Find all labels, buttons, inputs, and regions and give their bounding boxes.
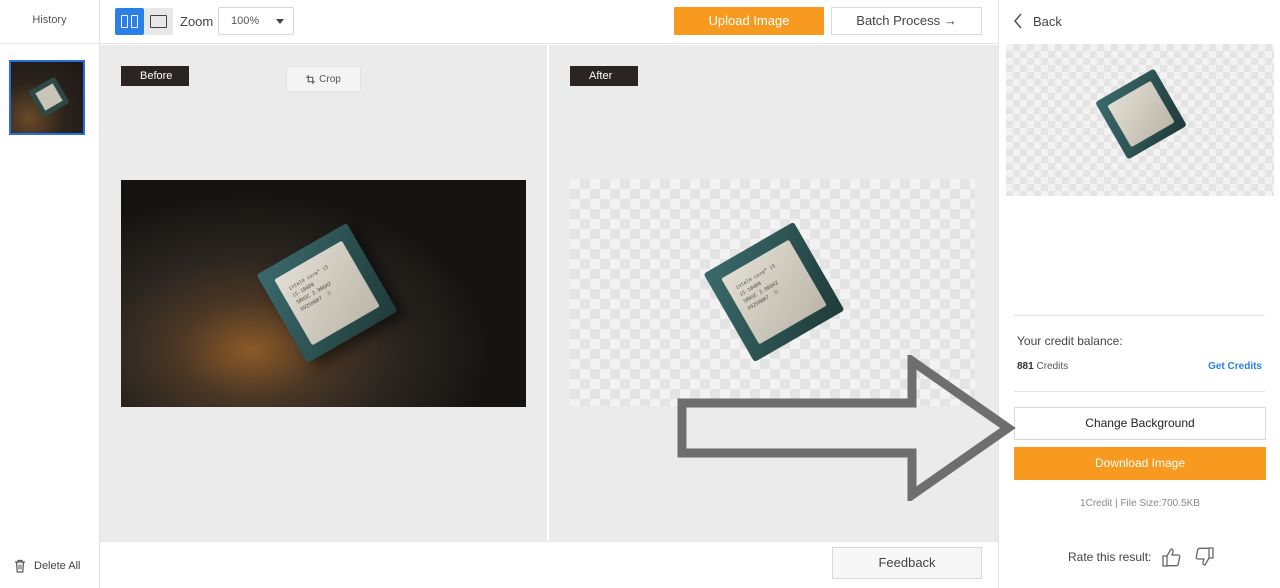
split-view-icon	[121, 15, 128, 28]
split-view-icon-right	[131, 15, 138, 28]
chip-label: intel® core™ i5 i5-10400 SRH3C 2.90GHZ X…	[287, 264, 334, 313]
crop-button[interactable]: Crop	[286, 66, 361, 92]
bottom-bar: Feedback	[100, 541, 998, 588]
upload-image-button[interactable]: Upload Image	[674, 7, 824, 35]
history-sidebar: History Delete All	[0, 0, 100, 588]
delete-all-label: Delete All	[34, 560, 81, 572]
before-pane: Before Crop intel® core™ i5 i5-10400 SRH…	[100, 45, 547, 541]
chevron-down-icon	[276, 19, 284, 24]
crop-icon	[306, 74, 316, 84]
credit-balance-title: Your credit balance:	[1017, 334, 1123, 348]
top-toolbar: Zoom 100% Upload Image Batch Process →	[100, 0, 998, 44]
batch-process-button[interactable]: Batch Process →	[831, 7, 982, 35]
history-title: History	[0, 0, 99, 44]
file-info: 1Credit | File Size:700.5KB	[1080, 498, 1200, 509]
zoom-value: 100%	[231, 15, 260, 27]
download-image-button[interactable]: Download Image	[1014, 447, 1266, 480]
original-photo: intel® core™ i5 i5-10400 SRH3C 2.90GHZ X…	[121, 180, 526, 407]
result-preview	[1006, 44, 1274, 196]
history-thumbnail[interactable]	[9, 60, 85, 135]
before-tag: Before	[121, 66, 189, 86]
rate-label: Rate this result:	[1068, 550, 1152, 564]
after-tag: After	[570, 66, 638, 86]
single-view-button[interactable]	[144, 8, 173, 35]
single-view-icon	[150, 15, 167, 28]
zoom-label: Zoom	[180, 14, 214, 29]
feedback-button[interactable]: Feedback	[832, 547, 982, 579]
back-label: Back	[1033, 13, 1062, 29]
divider-line	[1014, 315, 1265, 316]
rate-result: Rate this result:	[1068, 546, 1215, 568]
chip-label-cutout: intel® core™ i5 i5-10400 SRH3C 2.90GHZ X…	[734, 263, 781, 312]
divider-line-2	[1014, 391, 1265, 392]
credit-count: 881 Credits	[1017, 361, 1068, 372]
trash-icon	[15, 559, 25, 573]
thumbs-up-icon[interactable]	[1161, 546, 1183, 568]
after-pane: After intel® core™ i5 i5-10400 SRH3C 2.9…	[549, 45, 998, 541]
crop-label: Crop	[319, 73, 341, 85]
chevron-left-icon	[1014, 13, 1022, 29]
right-panel: Back Your credit balance: 881 Credits Ge…	[998, 0, 1280, 588]
preview-chip	[1095, 68, 1187, 160]
credit-number: 881	[1017, 361, 1034, 372]
get-credits-link[interactable]: Get Credits	[1208, 361, 1262, 372]
change-background-button[interactable]: Change Background	[1014, 407, 1266, 440]
credit-unit: Credits	[1033, 361, 1069, 372]
delete-all-button[interactable]: Delete All	[14, 559, 80, 573]
cpu-chip-image: intel® core™ i5 i5-10400 SRH3C 2.90GHZ X…	[256, 222, 398, 364]
thumbs-down-icon[interactable]	[1193, 546, 1215, 568]
transparent-result-canvas: intel® core™ i5 i5-10400 SRH3C 2.90GHZ X…	[570, 179, 975, 406]
split-view-button[interactable]	[115, 8, 144, 35]
cpu-chip-cutout: intel® core™ i5 i5-10400 SRH3C 2.90GHZ X…	[703, 221, 845, 363]
zoom-select[interactable]: 100%	[218, 7, 294, 35]
back-button[interactable]: Back	[1013, 13, 1062, 29]
